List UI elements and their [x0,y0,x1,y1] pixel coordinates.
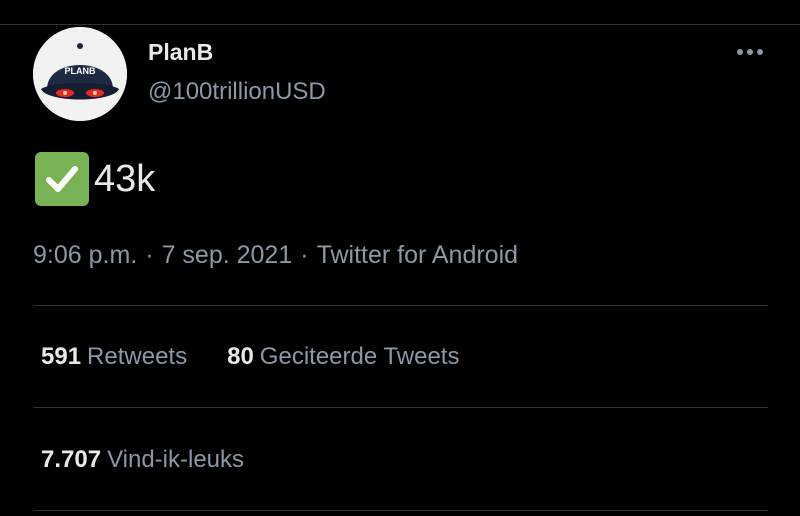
tweet-metadata: 9:06 p.m. · 7 sep. 2021 · Twitter for Androi… [33,239,518,271]
divider [33,407,768,408]
top-divider [0,24,800,25]
engagement-stats-row: 591 Retweets 80 Geciteerde Tweets [41,342,499,372]
retweets-count: 591 [41,343,82,370]
retweets-label: Retweets [87,343,188,370]
check-mark-icon [35,152,89,206]
likes-label: Vind-ik-leuks [107,446,245,473]
likes-stats-row: 7.707 Vind-ik-leuks [41,445,284,475]
likes-count: 7.707 [41,446,102,473]
divider [33,510,768,511]
retweets-stat-link[interactable]: 591 Retweets [41,342,187,372]
avatar-cap-text: PLANB [65,66,96,76]
tweet-body-text: 43k [94,158,156,200]
quote-tweets-count: 80 [227,343,254,370]
more-horizontal-icon [737,49,763,55]
meta-separator: · [145,241,154,269]
quote-tweets-label: Geciteerde Tweets [259,343,460,370]
author-display-name[interactable]: PlanB [148,38,213,66]
cap-avatar-image: PLANB [33,27,127,121]
quote-tweets-stat-link[interactable]: 80 Geciteerde Tweets [227,342,459,372]
tweet-time[interactable]: 9:06 p.m. [33,241,137,269]
tweet-date[interactable]: 7 sep. 2021 [162,241,293,269]
avatar[interactable]: PLANB [33,27,127,121]
author-handle[interactable]: @100trillionUSD [148,77,326,107]
tweet-source-link[interactable]: Twitter for Android [317,241,518,269]
meta-separator: · [300,241,309,269]
more-options-button[interactable] [730,40,770,64]
tweet-text: 43k [35,152,155,206]
divider [33,305,768,306]
likes-stat-link[interactable]: 7.707 Vind-ik-leuks [41,445,244,475]
